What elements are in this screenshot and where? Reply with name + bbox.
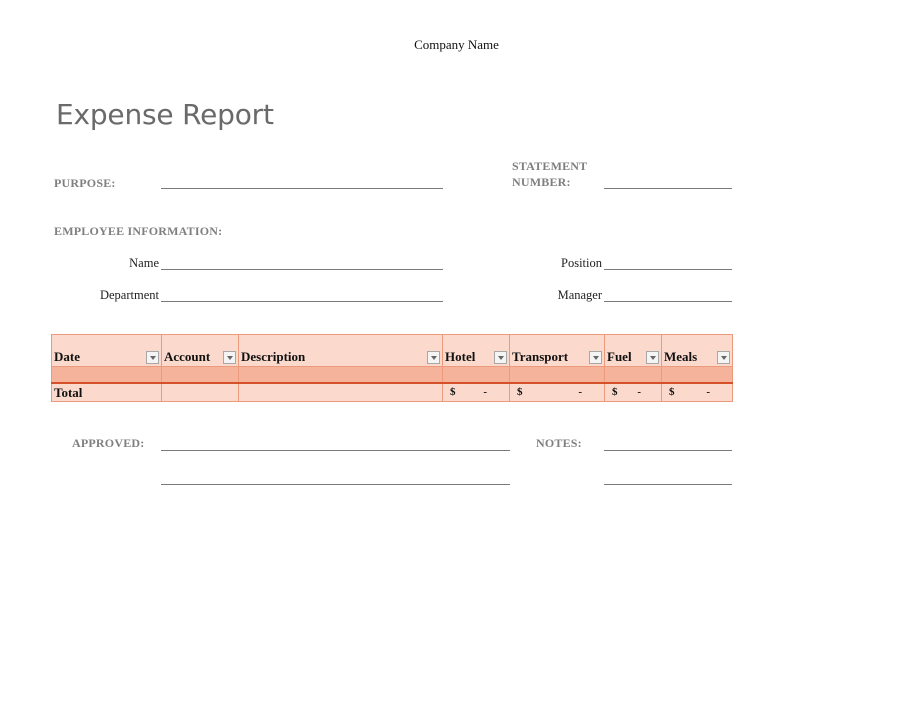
name-field[interactable] [161, 269, 443, 270]
department-field[interactable] [161, 301, 443, 302]
total-fuel-cell: $ - [604, 382, 662, 402]
filter-dropdown-icon[interactable] [717, 351, 730, 364]
notes-field-line2[interactable] [604, 484, 732, 485]
column-header-account: Account [161, 334, 239, 367]
manager-field[interactable] [604, 301, 732, 302]
column-header-hotel: Hotel [442, 334, 510, 367]
employee-info-label: EMPLOYEE INFORMATION: [54, 224, 223, 238]
statement-label-line2: NUMBER: [512, 175, 571, 189]
purpose-label: PURPOSE: [54, 176, 116, 190]
cell-account[interactable] [161, 366, 239, 384]
expense-table: Date Account Description Hotel Transport… [51, 334, 733, 402]
currency-symbol: $ [612, 386, 618, 398]
column-header-date: Date [51, 334, 162, 367]
total-description-cell [238, 382, 443, 402]
column-header-transport: Transport [509, 334, 605, 367]
column-header-label: Fuel [607, 349, 632, 364]
total-label-cell: Total [51, 382, 162, 402]
cell-description[interactable] [238, 366, 443, 384]
filter-dropdown-icon[interactable] [589, 351, 602, 364]
column-header-description: Description [238, 334, 443, 367]
total-account-cell [161, 382, 239, 402]
currency-symbol: $ [517, 386, 523, 398]
approved-field-line1[interactable] [161, 450, 510, 451]
department-label: Department [99, 288, 159, 302]
cell-fuel[interactable] [604, 366, 662, 384]
statement-label-line1: STATEMENT [512, 159, 588, 173]
total-transport-value: - [578, 386, 582, 398]
notes-label: NOTES: [536, 436, 582, 450]
total-meals-value: - [706, 386, 710, 398]
cell-transport[interactable] [509, 366, 605, 384]
currency-symbol: $ [669, 386, 675, 398]
column-header-label: Description [241, 349, 306, 364]
column-header-label: Hotel [445, 349, 476, 364]
cell-hotel[interactable] [442, 366, 510, 384]
filter-dropdown-icon[interactable] [494, 351, 507, 364]
name-label: Name [129, 256, 159, 270]
column-header-label: Transport [512, 349, 569, 364]
cell-meals[interactable] [661, 366, 733, 384]
total-hotel-cell: $ - [442, 382, 510, 402]
column-header-meals: Meals [661, 334, 733, 367]
manager-label: Manager [557, 288, 602, 302]
position-label: Position [561, 256, 602, 270]
company-name: Company Name [414, 37, 499, 52]
column-header-fuel: Fuel [604, 334, 662, 367]
table-row [51, 366, 733, 384]
total-fuel-value: - [637, 386, 641, 398]
filter-dropdown-icon[interactable] [427, 351, 440, 364]
currency-symbol: $ [450, 386, 456, 398]
total-label: Total [54, 385, 83, 400]
position-field[interactable] [604, 269, 732, 270]
filter-dropdown-icon[interactable] [646, 351, 659, 364]
approved-field-line2[interactable] [161, 484, 510, 485]
total-meals-cell: $ - [661, 382, 733, 402]
approved-label: APPROVED: [72, 436, 145, 450]
purpose-field[interactable] [161, 188, 443, 189]
notes-field-line1[interactable] [604, 450, 732, 451]
column-header-label: Account [164, 349, 211, 364]
total-row: Total $ - $ - $ - $ - [51, 382, 733, 402]
page-title: Expense Report [56, 98, 274, 131]
total-hotel-value: - [483, 386, 487, 398]
column-header-label: Date [54, 349, 80, 364]
total-transport-cell: $ - [509, 382, 605, 402]
filter-dropdown-icon[interactable] [223, 351, 236, 364]
cell-date[interactable] [51, 366, 162, 384]
column-header-label: Meals [664, 349, 698, 364]
filter-dropdown-icon[interactable] [146, 351, 159, 364]
statement-number-field[interactable] [604, 188, 732, 189]
table-header-row: Date Account Description Hotel Transport… [51, 334, 733, 367]
